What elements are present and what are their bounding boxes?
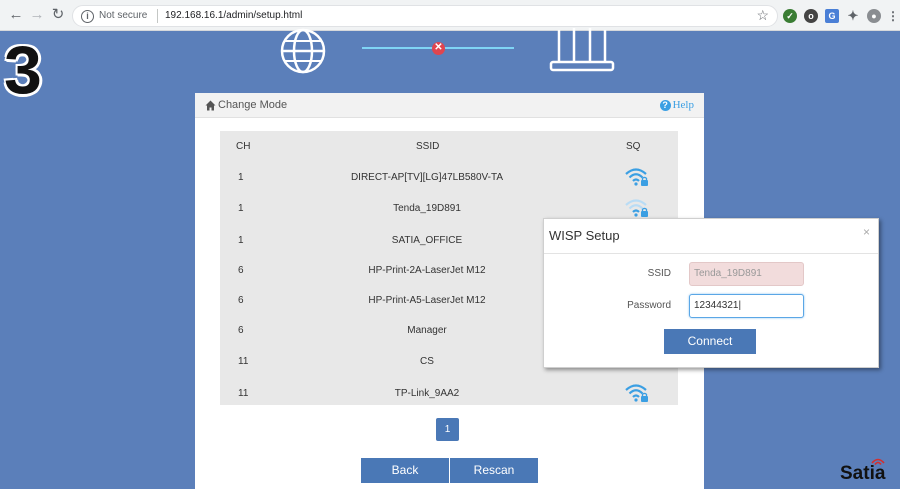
panel-header: Change Mode ? Help [195,93,704,118]
cell-channel: 6 [238,295,244,306]
connection-failed-icon: ✕ [432,42,445,55]
password-field[interactable]: 12344321| [689,294,804,318]
ssid-field[interactable]: Tenda_19D891 [689,262,804,286]
cell-channel: 1 [238,172,244,183]
step-number: 3 [4,32,42,108]
column-header-sq: SQ [626,141,641,152]
help-label: Help [672,99,694,111]
password-value: 12344321 [694,300,739,311]
cell-channel: 11 [238,388,249,399]
connect-button[interactable]: Connect [664,329,756,354]
wifi-locked-icon [625,168,648,186]
address-divider [157,9,158,23]
wifi-locked-icon [625,384,648,402]
bookmark-star-icon[interactable]: ☆ [756,7,769,24]
extension-translate-icon[interactable]: G [825,9,839,23]
extension-circle-icon[interactable]: o [804,9,818,23]
pagination-page-1[interactable]: 1 [436,418,459,441]
change-mode-link[interactable]: Change Mode [205,99,287,111]
cell-channel: 1 [238,203,244,214]
rescan-button[interactable]: Rescan [450,458,538,483]
cell-ssid: Tenda_19D891 [393,203,461,214]
table-row[interactable]: 11 TP-Link_9AA2 [220,379,678,409]
password-label: Password [627,300,671,311]
help-question-icon: ? [659,99,671,111]
cell-channel: 1 [238,235,244,246]
cell-ssid: SATIA_OFFICE [391,235,463,246]
cell-channel: 11 [238,356,249,367]
forward-arrow-icon[interactable]: → [29,7,45,23]
cell-ssid: TP-Link_9AA2 [394,388,460,399]
reload-icon[interactable]: ↻ [50,7,66,23]
brand-signal-icon [871,458,885,466]
url-text[interactable]: 192.168.16.1/admin/setup.html [165,10,302,21]
dialog-title: WISP Setup [549,228,620,243]
dialog-divider [544,253,878,254]
cell-ssid: CS [420,356,434,367]
address-bar[interactable]: i Not secure 192.168.16.1/admin/setup.ht… [72,5,778,27]
browser-toolbar: ← → ↻ i Not secure 192.168.16.1/admin/se… [0,0,900,31]
globe-icon [280,28,326,74]
change-mode-label: Change Mode [218,99,288,111]
profile-avatar-icon[interactable]: ● [867,9,881,23]
cell-ssid: HP-Print-2A-LaserJet M12 [368,265,486,276]
extensions-puzzle-icon[interactable]: ✦ [846,9,860,23]
cell-ssid: Manager [407,325,447,336]
extension-shield-icon[interactable]: ✓ [783,9,797,23]
info-icon[interactable]: i [81,10,94,23]
table-row[interactable]: 1 DIRECT-AP[TV][LG]47LB580V-TA [220,163,678,193]
home-icon [205,100,216,110]
help-link[interactable]: ? Help [659,99,694,111]
back-button[interactable]: Back [361,458,449,483]
cell-ssid: HP-Print-A5-LaserJet M12 [368,295,486,306]
column-header-ch: CH [236,141,251,152]
wifi-locked-icon [625,199,648,217]
cell-ssid: DIRECT-AP[TV][LG]47LB580V-TA [350,172,504,183]
brand-logo: Satia [840,463,886,484]
security-status: Not secure [99,10,148,21]
cell-channel: 6 [238,325,244,336]
back-arrow-icon[interactable]: ← [8,7,24,23]
close-icon[interactable]: × [863,225,870,239]
column-header-ssid: SSID [416,141,440,152]
ssid-label: SSID [647,268,671,279]
wisp-setup-dialog: WISP Setup × SSID Tenda_19D891 Password … [543,218,879,368]
cell-channel: 6 [238,265,244,276]
router-icon [549,28,615,72]
menu-kebab-icon[interactable]: ⋮ [886,9,900,23]
